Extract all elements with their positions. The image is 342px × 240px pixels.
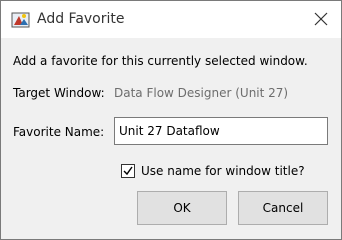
- use-name-checkbox-row[interactable]: Use name for window title?: [121, 164, 305, 178]
- close-icon: [314, 12, 328, 29]
- target-window-label: Target Window:: [13, 86, 105, 100]
- favorite-name-input[interactable]: [114, 117, 328, 145]
- use-name-checkbox[interactable]: [121, 164, 135, 178]
- app-favorite-icon: [11, 10, 30, 29]
- add-favorite-dialog: Add Favorite Add a favorite for this cur…: [0, 0, 342, 240]
- target-window-value: Data Flow Designer (Unit 27): [114, 86, 289, 100]
- checkmark-icon: [123, 166, 133, 176]
- title-bar[interactable]: Add Favorite: [1, 1, 341, 38]
- dialog-description: Add a favorite for this currently select…: [13, 54, 308, 68]
- cancel-button[interactable]: Cancel: [238, 191, 328, 225]
- window-title: Add Favorite: [37, 11, 125, 27]
- use-name-checkbox-label: Use name for window title?: [141, 164, 305, 178]
- favorite-name-label: Favorite Name:: [13, 125, 105, 139]
- close-button[interactable]: [309, 8, 333, 32]
- ok-button[interactable]: OK: [137, 191, 227, 225]
